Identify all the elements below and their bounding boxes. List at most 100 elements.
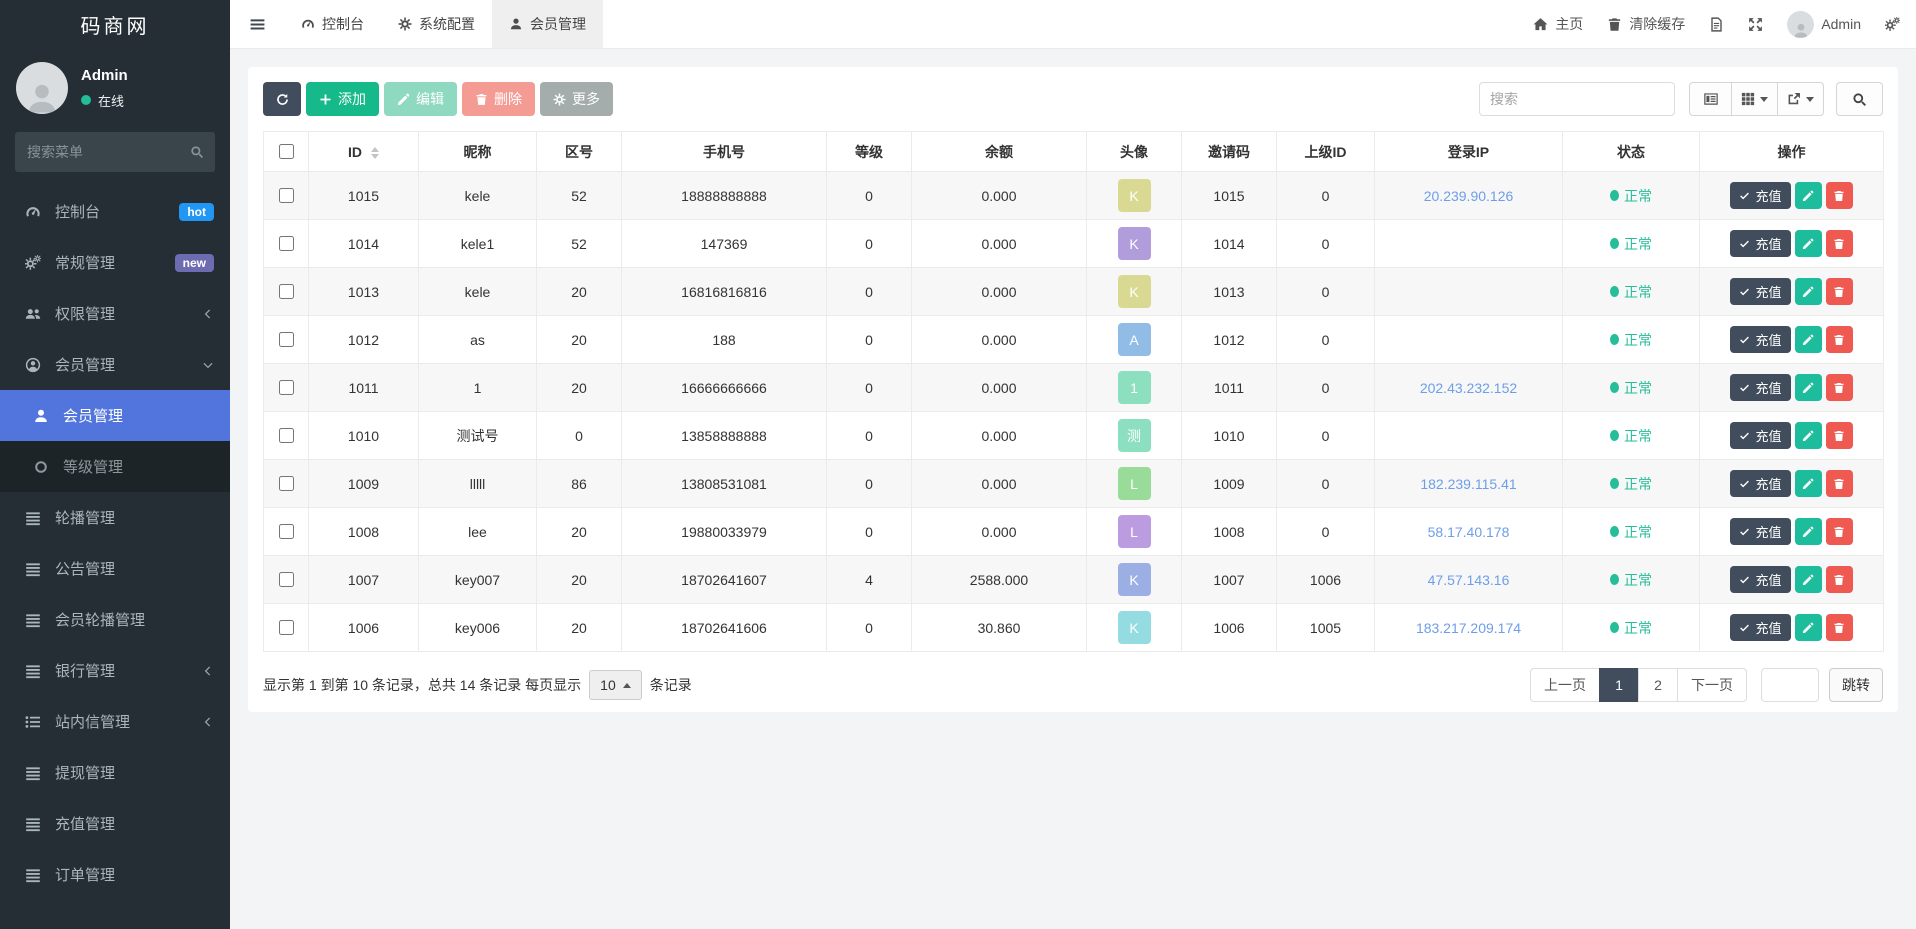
cell-balance: 0.000 bbox=[911, 315, 1087, 364]
sidebar-item-site-message[interactable]: 站内信管理 bbox=[0, 696, 230, 747]
edit-row-button[interactable] bbox=[1794, 278, 1822, 305]
fullscreen-button[interactable] bbox=[1748, 17, 1763, 32]
sidebar-item-announcement[interactable]: 公告管理 bbox=[0, 543, 230, 594]
row-checkbox[interactable] bbox=[279, 284, 294, 299]
delete-button[interactable]: 删除 bbox=[462, 82, 535, 116]
status-dot-icon bbox=[1610, 478, 1619, 489]
prev-page-button[interactable]: 上一页 bbox=[1530, 668, 1600, 702]
page-button-2[interactable]: 2 bbox=[1638, 668, 1678, 702]
detail-view-button[interactable] bbox=[1689, 82, 1732, 116]
delete-row-button[interactable] bbox=[1825, 182, 1853, 209]
clear-cache-link[interactable]: 清除缓存 bbox=[1607, 14, 1685, 34]
jump-page-input[interactable] bbox=[1761, 668, 1819, 702]
edit-row-button[interactable] bbox=[1794, 182, 1822, 209]
menu-search-input[interactable] bbox=[15, 132, 215, 172]
recharge-button[interactable]: 充值 bbox=[1730, 182, 1791, 209]
home-link[interactable]: 主页 bbox=[1533, 14, 1583, 34]
page-size-dropdown[interactable]: 10 bbox=[589, 670, 642, 700]
edit-row-button[interactable] bbox=[1794, 470, 1822, 497]
row-checkbox[interactable] bbox=[279, 524, 294, 539]
edit-row-button[interactable] bbox=[1794, 422, 1822, 449]
delete-row-button[interactable] bbox=[1825, 374, 1853, 401]
recharge-button[interactable]: 充值 bbox=[1730, 278, 1791, 305]
refresh-button[interactable] bbox=[263, 82, 301, 116]
doc-button[interactable] bbox=[1709, 17, 1724, 32]
row-checkbox[interactable] bbox=[279, 236, 294, 251]
export-dropdown-button[interactable] bbox=[1777, 82, 1824, 116]
delete-row-button[interactable] bbox=[1825, 566, 1853, 593]
edit-row-button[interactable] bbox=[1794, 374, 1822, 401]
row-checkbox[interactable] bbox=[279, 332, 294, 347]
search-button[interactable] bbox=[1836, 82, 1883, 116]
sidebar-item-bank[interactable]: 银行管理 bbox=[0, 645, 230, 696]
delete-row-button[interactable] bbox=[1825, 230, 1853, 257]
next-page-button[interactable]: 下一页 bbox=[1677, 668, 1747, 702]
sidebar-subitem-level-manage[interactable]: 等级管理 bbox=[0, 441, 230, 492]
delete-row-button[interactable] bbox=[1825, 614, 1853, 641]
page-button-1[interactable]: 1 bbox=[1599, 668, 1639, 702]
login-ip-link[interactable]: 183.217.209.174 bbox=[1416, 620, 1521, 636]
sidebar-item-member-carousel[interactable]: 会员轮播管理 bbox=[0, 594, 230, 645]
cell-phone: 16816816816 bbox=[621, 267, 827, 316]
login-ip-link[interactable]: 58.17.40.178 bbox=[1428, 524, 1510, 540]
edit-row-button[interactable] bbox=[1794, 518, 1822, 545]
columns-dropdown-button[interactable] bbox=[1731, 82, 1778, 116]
sidebar-item-withdraw[interactable]: 提现管理 bbox=[0, 747, 230, 798]
more-button[interactable]: 更多 bbox=[540, 82, 613, 116]
recharge-button[interactable]: 充值 bbox=[1730, 518, 1791, 545]
sidebar-toggle-button[interactable] bbox=[230, 0, 284, 48]
recharge-button[interactable]: 充值 bbox=[1730, 566, 1791, 593]
sidebar-item-orders[interactable]: 订单管理 bbox=[0, 849, 230, 900]
login-ip-link[interactable]: 20.239.90.126 bbox=[1424, 188, 1514, 204]
tab-member-manage[interactable]: 会员管理 bbox=[492, 0, 603, 48]
recharge-button[interactable]: 充值 bbox=[1730, 614, 1791, 641]
edit-row-button[interactable] bbox=[1794, 614, 1822, 641]
avatar bbox=[1787, 10, 1815, 38]
login-ip-link[interactable]: 182.239.115.41 bbox=[1420, 476, 1516, 492]
sidebar-item-permissions[interactable]: 权限管理 bbox=[0, 288, 230, 339]
recharge-button[interactable]: 充值 bbox=[1730, 374, 1791, 401]
sidebar-item-members[interactable]: 会员管理 bbox=[0, 339, 230, 390]
user-menu[interactable]: Admin bbox=[1787, 10, 1861, 38]
select-all-checkbox[interactable] bbox=[279, 144, 294, 159]
edit-row-button[interactable] bbox=[1794, 566, 1822, 593]
settings-button[interactable] bbox=[1885, 17, 1900, 32]
recharge-button[interactable]: 充值 bbox=[1730, 470, 1791, 497]
delete-row-button[interactable] bbox=[1825, 422, 1853, 449]
row-checkbox[interactable] bbox=[279, 188, 294, 203]
check-icon bbox=[1739, 286, 1750, 297]
new-badge: new bbox=[174, 253, 214, 272]
delete-row-button[interactable] bbox=[1825, 278, 1853, 305]
edit-row-button[interactable] bbox=[1794, 326, 1822, 353]
status-badge: 正常 bbox=[1610, 474, 1652, 494]
login-ip-link[interactable]: 47.57.143.16 bbox=[1428, 572, 1510, 588]
row-checkbox[interactable] bbox=[279, 476, 294, 491]
delete-row-button[interactable] bbox=[1825, 326, 1853, 353]
sidebar-item-recharge[interactable]: 充值管理 bbox=[0, 798, 230, 849]
edit-row-button[interactable] bbox=[1794, 230, 1822, 257]
sidebar-item-general[interactable]: 常规管理 new bbox=[0, 237, 230, 288]
add-button[interactable]: 添加 bbox=[306, 82, 379, 116]
sidebar-subitem-member-manage[interactable]: 会员管理 bbox=[0, 390, 230, 441]
jump-button[interactable]: 跳转 bbox=[1829, 668, 1883, 702]
login-ip-link[interactable]: 202.43.232.152 bbox=[1420, 380, 1517, 396]
row-checkbox[interactable] bbox=[279, 620, 294, 635]
sidebar-item-carousel[interactable]: 轮播管理 bbox=[0, 492, 230, 543]
sidebar-item-console[interactable]: 控制台 hot bbox=[0, 186, 230, 237]
avatar-badge: K bbox=[1117, 275, 1151, 308]
row-checkbox[interactable] bbox=[279, 572, 294, 587]
cell-area-code: 20 bbox=[536, 507, 622, 556]
delete-row-button[interactable] bbox=[1825, 518, 1853, 545]
header-id[interactable]: ID bbox=[308, 131, 419, 172]
tab-console[interactable]: 控制台 bbox=[284, 0, 381, 48]
recharge-button[interactable]: 充值 bbox=[1730, 422, 1791, 449]
edit-button[interactable]: 编辑 bbox=[384, 82, 457, 116]
delete-row-button[interactable] bbox=[1825, 470, 1853, 497]
member-table-card: 添加 编辑 删除 更多 搜索 ID 昵称 区号 手机号 等级 余额 头像 邀请码… bbox=[248, 67, 1898, 712]
row-checkbox[interactable] bbox=[279, 380, 294, 395]
recharge-button[interactable]: 充值 bbox=[1730, 230, 1791, 257]
table-search-input[interactable] bbox=[1479, 82, 1675, 116]
recharge-button[interactable]: 充值 bbox=[1730, 326, 1791, 353]
tab-system-config[interactable]: 系统配置 bbox=[381, 0, 492, 48]
row-checkbox[interactable] bbox=[279, 428, 294, 443]
